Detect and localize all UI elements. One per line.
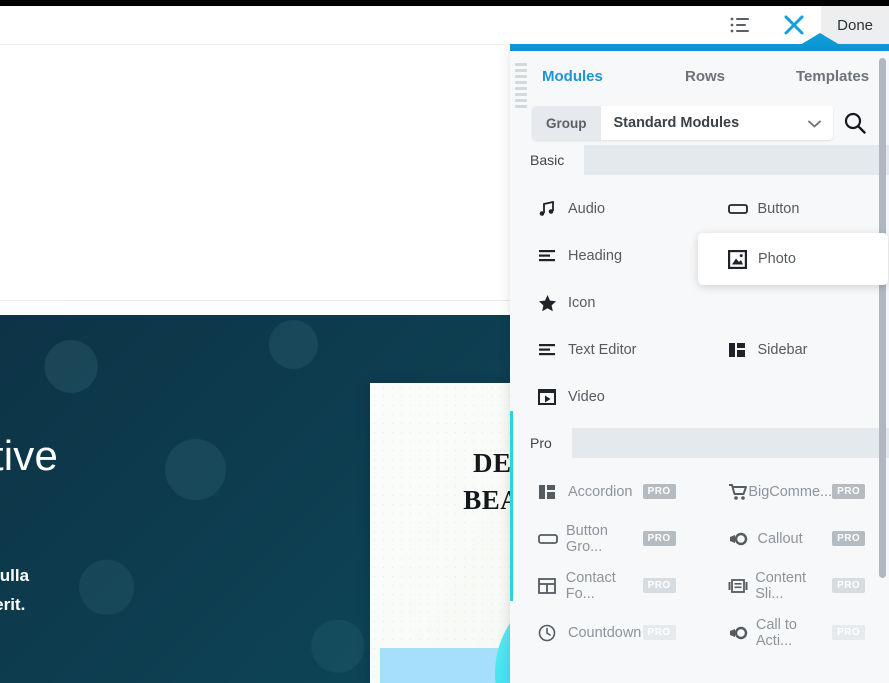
hero-title-line2: ordPress?: [0, 482, 392, 534]
module-text-editor[interactable]: Text Editor: [510, 326, 700, 373]
module-label: Text Editor: [568, 342, 637, 358]
section-tabs-basic: Basic: [510, 145, 889, 175]
list-view-icon[interactable]: [713, 6, 767, 44]
module-contact-form[interactable]: Contact Fo... PRO: [510, 562, 700, 609]
cart-icon: [728, 483, 749, 501]
module-accordion[interactable]: Accordion PRO: [510, 468, 700, 515]
tab-modules[interactable]: Modules: [542, 68, 685, 85]
module-label: Video: [568, 389, 605, 405]
megaphone-icon: [728, 530, 758, 548]
pro-badge: PRO: [643, 578, 676, 593]
clock-icon: [538, 624, 568, 642]
module-label: Button Gro...: [566, 523, 643, 555]
hero-subtitle-line2: s non orci quis est hendrerit.: [0, 590, 392, 619]
module-label: Callout: [758, 531, 803, 547]
panel-pointer-arrow: [800, 33, 840, 45]
panel-tab-bar: Modules Rows Templates: [510, 51, 889, 101]
module-countdown[interactable]: Countdown PRO: [510, 609, 700, 656]
chevron-down-icon[interactable]: [808, 116, 833, 131]
table-icon: [538, 578, 566, 594]
panel-drag-handle[interactable]: [515, 63, 527, 108]
module-label: Sidebar: [758, 342, 808, 358]
audio-icon: [538, 200, 568, 218]
photo-icon: [728, 250, 758, 269]
tab-templates[interactable]: Templates: [796, 68, 869, 85]
module-label: Countdown: [568, 625, 641, 641]
hero-title-line1: reate effective: [0, 430, 392, 482]
star-icon: [538, 294, 568, 312]
panel-left-teal-edge: [510, 411, 513, 601]
button-icon: [538, 530, 566, 548]
module-label: Icon: [568, 295, 595, 311]
module-callout[interactable]: Callout PRO: [700, 515, 889, 562]
module-photo-hovered[interactable]: Photo: [698, 233, 888, 285]
module-call-to-action[interactable]: Call to Acti... PRO: [700, 609, 889, 656]
pro-badge: PRO: [832, 484, 865, 499]
module-bigcommerce[interactable]: BigComme... PRO: [700, 468, 889, 515]
module-label: Contact Fo...: [566, 570, 643, 602]
module-label: Photo: [758, 251, 796, 267]
text-icon: [538, 341, 568, 359]
module-sidebar[interactable]: Sidebar: [700, 326, 889, 373]
pro-badge: PRO: [643, 531, 676, 546]
module-label: BigComme...: [748, 484, 832, 500]
module-label: Content Sli...: [755, 570, 832, 602]
module-button[interactable]: Button: [700, 185, 889, 232]
heading-icon: [538, 247, 568, 265]
hero-text-group: reate effective ordPress? tur adipiscing…: [0, 430, 392, 619]
hero-subtitle-line1: tur adipiscing elit. Nunc nulla: [0, 561, 392, 590]
slider-icon: [728, 579, 756, 593]
pro-badge: PRO: [643, 484, 676, 499]
section-tab-basic[interactable]: Basic: [510, 145, 584, 175]
module-icon[interactable]: Icon: [510, 279, 700, 326]
pro-badge: PRO: [832, 625, 865, 640]
group-label: Group: [532, 106, 601, 140]
pro-badge: PRO: [832, 531, 865, 546]
video-icon: [538, 388, 568, 406]
module-label: Accordion: [568, 484, 632, 500]
module-audio[interactable]: Audio: [510, 185, 700, 232]
search-icon[interactable]: [833, 111, 877, 135]
pro-badge: PRO: [832, 578, 865, 593]
group-value: Standard Modules: [601, 115, 809, 131]
panel-scrollbar[interactable]: [879, 58, 886, 578]
module-label: Call to Acti...: [756, 617, 832, 649]
button-icon: [728, 200, 758, 218]
module-button-group[interactable]: Button Gro... PRO: [510, 515, 700, 562]
section-tabs-pro: Pro: [510, 428, 889, 458]
module-content-slider[interactable]: Content Sli... PRO: [700, 562, 889, 609]
module-heading[interactable]: Heading: [510, 232, 700, 279]
pro-modules-grid: Accordion PRO BigComme... PRO Button Gro…: [510, 458, 889, 664]
panel-search-row: Group Standard Modules: [510, 101, 889, 145]
module-label: Audio: [568, 201, 605, 217]
megaphone-icon: [728, 624, 756, 642]
module-photo[interactable]: [700, 279, 889, 326]
panel-accent-strip: [510, 44, 889, 51]
module-video[interactable]: Video: [510, 373, 700, 420]
sidebar-icon: [728, 341, 758, 359]
module-label: Button: [758, 201, 800, 217]
modules-panel: Modules Rows Templates Group Standard Mo…: [510, 51, 889, 683]
pro-badge: PRO: [643, 625, 676, 640]
tab-rows[interactable]: Rows: [685, 68, 796, 85]
accordion-icon: [538, 483, 568, 501]
basic-modules-grid: Audio Button Heading HTML Icon: [510, 175, 889, 428]
group-select[interactable]: Group Standard Modules: [532, 106, 833, 140]
module-label: Heading: [568, 248, 622, 264]
section-tab-pro[interactable]: Pro: [510, 428, 572, 458]
